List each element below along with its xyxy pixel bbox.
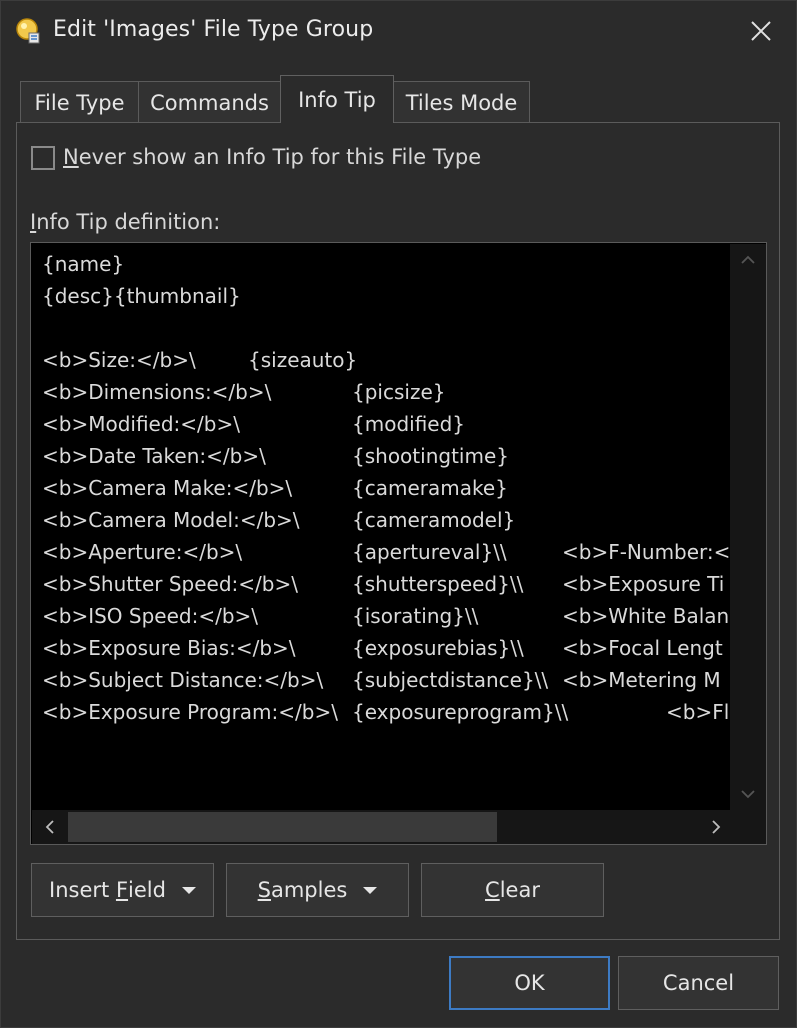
editor-line: <b>Exposure Bias:</b>\ {exposurebias}\\ <b… — [32, 636, 729, 666]
editor-line: <b>ISO Speed:</b>\ {isorating}\\ <b>White … — [32, 604, 729, 634]
editor-line-segment: <b>Fl — [666, 700, 729, 724]
window-title: Edit 'Images' File Type Group — [53, 17, 374, 42]
editor-line-segment: <b>ISO Speed:</b>\ — [42, 604, 259, 628]
editor-line: <b>Dimensions:</b>\ {picsize} — [32, 380, 729, 410]
editor-line-segment: {desc}{thumbnail} — [42, 284, 241, 308]
editor-line-segment: {name} — [42, 252, 125, 276]
vertical-scrollbar[interactable] — [730, 244, 766, 810]
scroll-right-button[interactable] — [706, 817, 726, 837]
editor-line: <b>Modified:</b>\ {modified} — [32, 412, 729, 442]
chevron-down-icon — [741, 790, 755, 799]
insert-field-label-post: ield — [128, 878, 166, 902]
editor-line: <b>Camera Model:</b>\ {cameramodel} — [32, 508, 729, 538]
editor-text-area[interactable]: {name} {desc}{thumbnail} <b>Size:</b>\ {siz… — [32, 244, 729, 810]
editor-line-segment: {picsize} — [352, 380, 446, 404]
editor-line-segment: {shootingtime} — [352, 444, 509, 468]
scrollbar-corner — [730, 810, 766, 844]
chevron-right-icon — [712, 820, 721, 834]
editor-line: <b>Shutter Speed:</b>\ {shutterspeed}\\ <b… — [32, 572, 729, 602]
editor-line: <b>Date Taken:</b>\ {shootingtime} — [32, 444, 729, 474]
editor-line-segment: {modified} — [352, 412, 466, 436]
editor-line-segment: <b>Subject Distance:</b>\ — [42, 668, 324, 692]
scroll-down-button[interactable] — [738, 784, 758, 804]
editor-line-segment: <b>Date Taken:</b>\ — [42, 444, 266, 468]
editor-line: <b>Exposure Program:</b>\ {exposureprogra… — [32, 700, 729, 730]
editor-line: <b>Camera Make:</b>\ {cameramake} — [32, 476, 729, 506]
editor-line-segment: {cameramake} — [352, 476, 508, 500]
editor-line-segment: {sizeauto} — [248, 348, 358, 372]
editor-line-segment: <b>Dimensions:</b>\ — [42, 380, 272, 404]
never-show-mnemonic: N — [63, 145, 79, 169]
scroll-up-button[interactable] — [738, 250, 758, 270]
caret-down-icon — [363, 886, 378, 894]
editor-line-segment: <b>Exposure Bias:</b>\ — [42, 636, 296, 660]
editor-line-segment: <b>Size:</b>\ — [42, 348, 196, 372]
dialog-window: Edit 'Images' File Type Group File Type … — [0, 0, 797, 1028]
horizontal-scroll-thumb[interactable] — [68, 812, 497, 842]
close-icon — [751, 21, 771, 41]
file-type-group-icon — [16, 18, 40, 44]
tab-commands[interactable]: Commands — [138, 81, 281, 123]
insert-field-button[interactable]: Insert Field — [31, 863, 214, 917]
tab-file-type[interactable]: File Type — [20, 81, 139, 123]
title-bar: Edit 'Images' File Type Group — [1, 1, 797, 61]
chevron-left-icon — [45, 820, 54, 834]
editor-line-segment: <b>Exposure Program:</b>\ — [42, 700, 338, 724]
chevron-up-icon — [741, 255, 755, 264]
editor-line-segment: <b>Modified:</b>\ — [42, 412, 240, 436]
editor-line-segment: {apertureval}\\ — [352, 540, 507, 564]
editor-line-segment: <b>Exposure Ti — [562, 572, 725, 596]
definition-label-text: nfo Tip definition: — [36, 210, 221, 234]
insert-field-label-pre: Insert — [49, 878, 116, 902]
editor-line-segment: {exposureprogram}\\ — [352, 700, 569, 724]
scroll-left-button[interactable] — [40, 817, 60, 837]
editor-line-segment: <b>Camera Model:</b>\ — [42, 508, 300, 532]
info-tip-editor[interactable]: {name} {desc}{thumbnail} <b>Size:</b>\ {siz… — [30, 242, 767, 845]
cancel-button[interactable]: Cancel — [618, 956, 779, 1010]
clear-mnemonic: C — [485, 878, 500, 902]
editor-line-segment: <b>Focal Lengt — [562, 636, 723, 660]
samples-button[interactable]: Samples — [226, 863, 409, 917]
clear-button[interactable]: Clear — [421, 863, 604, 917]
editor-line: {desc}{thumbnail} — [32, 284, 729, 314]
never-show-checkbox[interactable] — [31, 146, 55, 170]
samples-label-post: amples — [270, 878, 348, 902]
editor-line-segment: <b>Shutter Speed:</b>\ — [42, 572, 298, 596]
editor-line-segment: <b>Aperture:</b>\ — [42, 540, 243, 564]
editor-line-segment: <b>Camera Make:</b>\ — [42, 476, 293, 500]
tab-tiles-mode[interactable]: Tiles Mode — [393, 81, 530, 123]
ok-button[interactable]: OK — [449, 956, 610, 1010]
insert-field-mnemonic: F — [115, 878, 129, 902]
editor-line: <b>Subject Distance:</b>\ {subjectdistanc… — [32, 668, 729, 698]
clear-label-post: lear — [499, 878, 540, 902]
editor-line-segment: {subjectdistance}\\ — [352, 668, 549, 692]
info-tip-definition-label: Info Tip definition: — [30, 210, 220, 234]
never-show-label-text: ever show an Info Tip for this File Type — [78, 145, 482, 169]
editor-line-segment: {exposurebias}\\ — [352, 636, 524, 660]
editor-line: <b>Aperture:</b>\ {apertureval}\\ <b>F-Num… — [32, 540, 729, 570]
samples-mnemonic: S — [257, 878, 271, 902]
editor-line-segment: <b>White Balan — [562, 604, 729, 628]
close-button[interactable] — [736, 7, 786, 55]
editor-line: <b>Size:</b>\ {sizeauto} — [32, 348, 729, 378]
caret-down-icon — [181, 886, 196, 894]
editor-line-segment: {shutterspeed}\\ — [352, 572, 524, 596]
editor-line-segment: <b>Metering M — [562, 668, 721, 692]
tab-info-tip[interactable]: Info Tip — [280, 75, 394, 123]
never-show-label[interactable]: Never show an Info Tip for this File Typ… — [63, 145, 481, 169]
editor-line: {name} — [32, 252, 729, 282]
editor-line-segment: <b>F-Number:< — [562, 540, 729, 564]
editor-line-segment: {cameramodel} — [352, 508, 516, 532]
editor-line-segment: {isorating}\\ — [352, 604, 479, 628]
horizontal-scrollbar[interactable] — [32, 810, 730, 844]
